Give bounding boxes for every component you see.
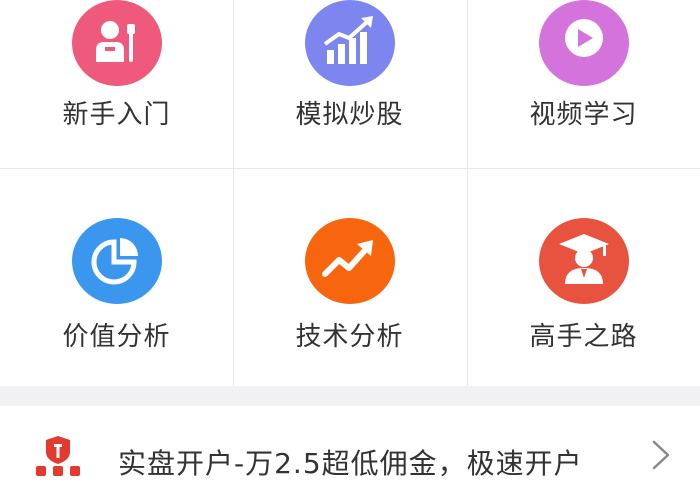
grid-divider: [467, 0, 468, 386]
grid-label: 模拟炒股: [295, 100, 404, 130]
pie-chart-icon: [72, 218, 162, 304]
banner-text: 实盘开户-万2.5超低佣金，极速开户: [118, 447, 583, 480]
graduate-icon: [539, 218, 629, 304]
grid-label: 视频学习: [529, 100, 638, 130]
grid-label: 价值分析: [62, 322, 171, 352]
red-seal-icon: [36, 436, 80, 476]
grid-item-beginner[interactable]: 新手入门: [0, 0, 233, 168]
feature-grid: 新手入门 模拟炒股 视频学习 价值分析 技术分析 高手之路: [0, 0, 700, 386]
grid-divider: [0, 168, 700, 169]
grid-item-master-path[interactable]: 高手之路: [467, 168, 700, 386]
section-separator: [0, 386, 700, 406]
trend-arrow-icon: [305, 218, 395, 304]
grid-item-value-analysis[interactable]: 价值分析: [0, 168, 233, 386]
grid-label: 高手之路: [529, 322, 638, 352]
grid-label: 技术分析: [295, 322, 404, 352]
beginner-icon: [72, 0, 162, 86]
grid-divider: [233, 0, 234, 386]
grid-item-video-learning[interactable]: 视频学习: [467, 0, 700, 168]
grid-item-simulated-trading[interactable]: 模拟炒股: [233, 0, 466, 168]
grid-label: 新手入门: [62, 100, 171, 130]
chevron-right-icon: [652, 440, 670, 470]
open-account-banner[interactable]: 实盘开户-万2.5超低佣金，极速开户: [0, 406, 700, 480]
play-video-icon: [539, 0, 629, 86]
rising-bar-chart-icon: [305, 0, 395, 86]
grid-item-technical-analysis[interactable]: 技术分析: [233, 168, 466, 386]
